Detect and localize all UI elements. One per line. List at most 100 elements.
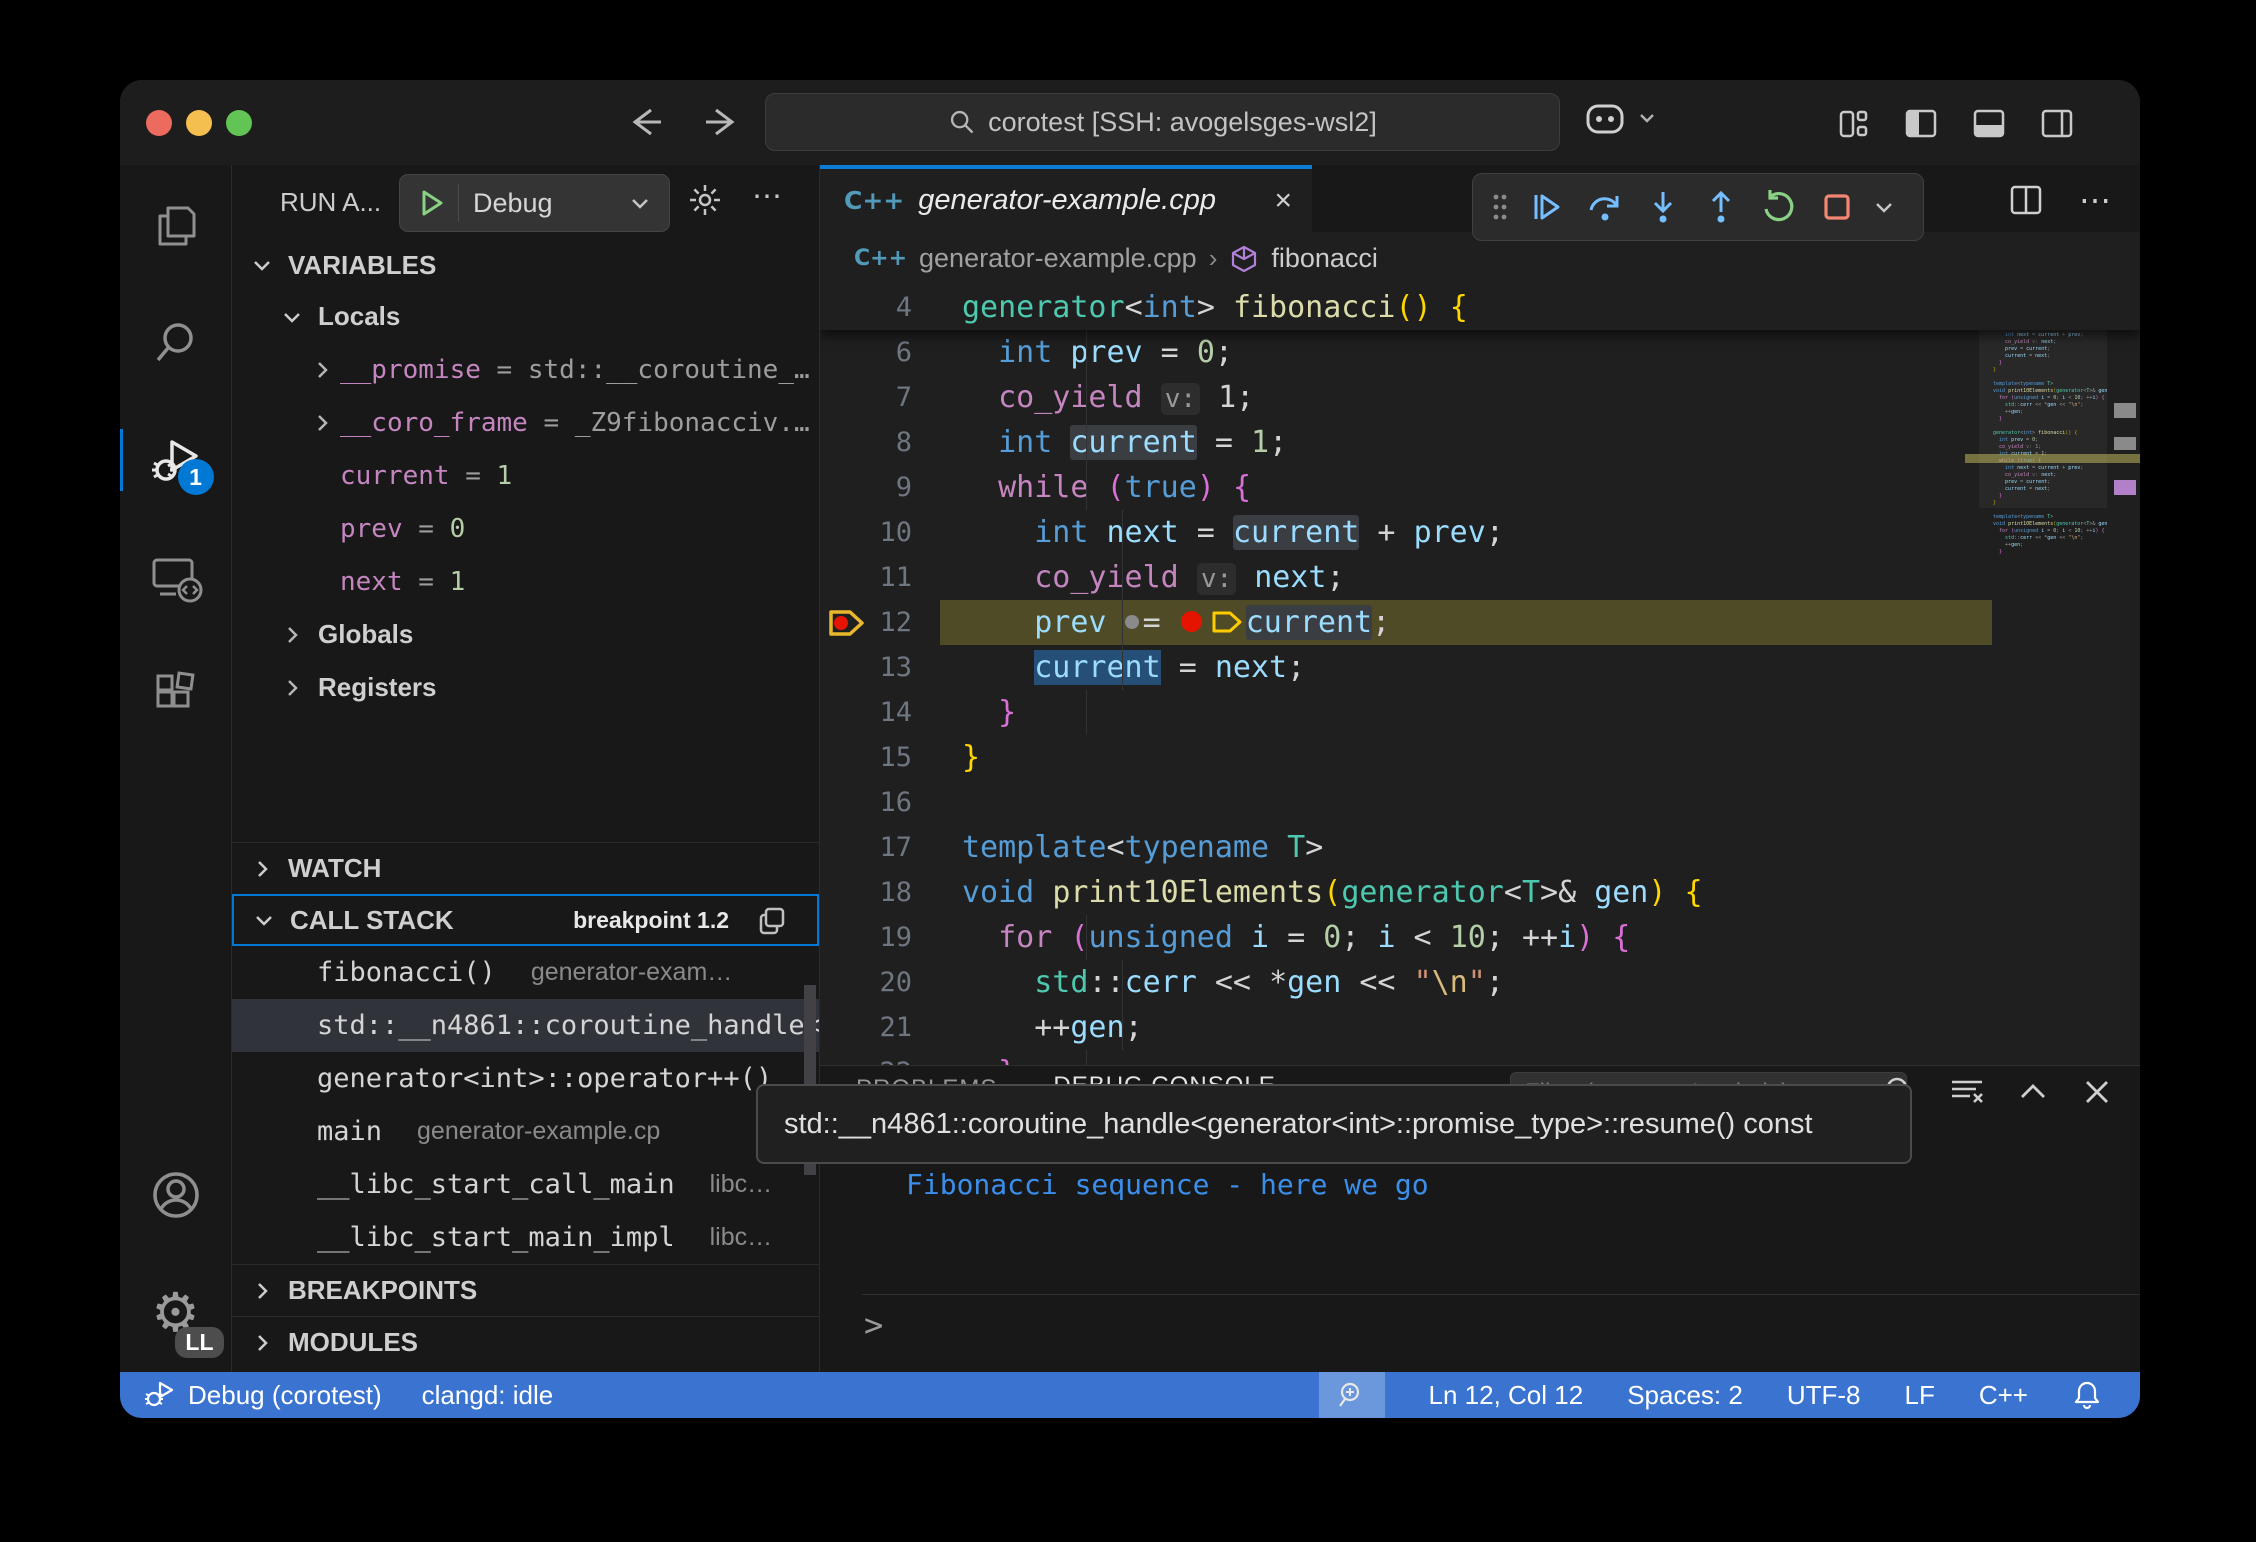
restart-button[interactable] <box>1753 181 1805 233</box>
editor-gutter[interactable]: 4 <box>820 285 940 330</box>
language-mode-item[interactable]: C++ <box>1979 1380 2028 1411</box>
maximize-panel-icon[interactable] <box>2014 1073 2052 1111</box>
breakpoints-section-header[interactable]: BREAKPOINTS <box>232 1264 819 1316</box>
inline-step-target-icon[interactable] <box>1125 615 1139 629</box>
zoom-window-button[interactable] <box>226 110 252 136</box>
screencast-zoom-item[interactable] <box>1319 1372 1385 1418</box>
code-line[interactable]: 9 while (true) { <box>820 465 2140 510</box>
call-stack-frame[interactable]: std::__n4861::coroutine_handle<g <box>232 999 819 1052</box>
code-line[interactable]: 10 int next = current + prev; <box>820 510 2140 555</box>
editor-gutter[interactable]: 17 <box>820 825 940 870</box>
call-stack-frame[interactable]: __libc_start_call_mainlibc… <box>232 1158 819 1211</box>
locals-scope-header[interactable]: Locals <box>232 290 819 343</box>
minimize-window-button[interactable] <box>186 110 212 136</box>
breadcrumb-symbol[interactable]: fibonacci <box>1271 243 1378 274</box>
notifications-bell-item[interactable] <box>2072 1379 2102 1411</box>
sidebar-item-search[interactable] <box>120 283 232 401</box>
editor-gutter[interactable]: 12 <box>820 600 940 645</box>
call-stack-frame[interactable]: __libc_start_main_impllibc… <box>232 1211 819 1264</box>
code-line[interactable]: 6 int prev = 0; <box>820 330 2140 375</box>
copilot-menu[interactable] <box>1582 98 1658 138</box>
toggle-secondary-sidebar-icon[interactable] <box>2038 104 2076 142</box>
editor-gutter[interactable]: 15 <box>820 735 940 780</box>
code-line[interactable]: 20 std::cerr << *gen << "\n"; <box>820 960 2140 1005</box>
continue-button[interactable] <box>1521 181 1573 233</box>
editor-gutter[interactable]: 20 <box>820 960 940 1005</box>
sidebar-more-actions[interactable]: ⋯ <box>752 179 785 214</box>
editor-gutter[interactable]: 16 <box>820 780 940 825</box>
sidebar-item-run-debug[interactable]: 1 <box>120 401 232 519</box>
settings-button[interactable]: ⚙ LL <box>120 1254 232 1372</box>
step-into-button[interactable] <box>1637 181 1689 233</box>
command-center-search[interactable]: corotest [SSH: avogelsges-wsl2] <box>765 93 1560 151</box>
debug-session-chevron[interactable] <box>1869 181 1899 233</box>
scope-globals[interactable]: Globals <box>232 608 819 661</box>
forward-arrow-icon[interactable] <box>698 102 742 142</box>
toggle-panel-icon[interactable] <box>1970 104 2008 142</box>
encoding-item[interactable]: UTF-8 <box>1787 1380 1861 1411</box>
code-line[interactable]: 12 prev = current; <box>820 600 2140 645</box>
editor-gutter[interactable]: 13 <box>820 645 940 690</box>
code-line[interactable]: 14 } <box>820 690 2140 735</box>
code-editor[interactable]: 4generator<int> fibonacci() { 6 int prev… <box>820 285 2140 1065</box>
editor-gutter[interactable]: 8 <box>820 420 940 465</box>
inline-breakpoint-icon[interactable] <box>1181 611 1202 632</box>
code-line[interactable]: 17template<typename T> <box>820 825 2140 870</box>
editor-more-actions[interactable]: ⋯ <box>2079 181 2114 219</box>
toolbar-drag-grip[interactable] <box>1485 181 1515 233</box>
eol-item[interactable]: LF <box>1905 1380 1935 1411</box>
editor-gutter[interactable]: 22 <box>820 1050 940 1065</box>
close-tab-icon[interactable]: × <box>1274 184 1292 218</box>
debug-settings-gear-icon[interactable] <box>684 179 726 221</box>
debug-launch-button[interactable]: Debug <box>399 174 670 232</box>
modules-section-header[interactable]: MODULES <box>232 1316 819 1368</box>
close-window-button[interactable] <box>146 110 172 136</box>
code-line[interactable]: 21 ++gen; <box>820 1005 2140 1050</box>
indentation-item[interactable]: Spaces: 2 <box>1627 1380 1743 1411</box>
step-out-button[interactable] <box>1695 181 1747 233</box>
close-panel-icon[interactable] <box>2078 1073 2116 1111</box>
console-prompt[interactable]: > <box>864 1306 883 1344</box>
code-line[interactable]: 19 for (unsigned i = 0; i < 10; ++i) { <box>820 915 2140 960</box>
editor-gutter[interactable]: 10 <box>820 510 940 555</box>
code-line[interactable]: 8 int current = 1; <box>820 420 2140 465</box>
breadcrumb-file[interactable]: generator-example.cpp <box>919 243 1197 274</box>
stop-button[interactable] <box>1811 181 1863 233</box>
copy-call-stack-icon[interactable] <box>755 904 789 938</box>
variable-row[interactable]: __promise = std::__coroutine_… <box>232 343 819 396</box>
variable-row[interactable]: current = 1 <box>232 449 819 502</box>
editor-gutter[interactable]: 6 <box>820 330 940 375</box>
editor-gutter[interactable]: 19 <box>820 915 940 960</box>
editor-gutter[interactable]: 18 <box>820 870 940 915</box>
split-editor-icon[interactable] <box>2007 181 2045 219</box>
variable-row[interactable]: prev = 0 <box>232 502 819 555</box>
code-line[interactable]: 15} <box>820 735 2140 780</box>
code-line[interactable]: 11 co_yield v: next; <box>820 555 2140 600</box>
code-line[interactable]: 16 <box>820 780 2140 825</box>
code-line[interactable]: 7 co_yield v: 1; <box>820 375 2140 420</box>
customize-layout-icon[interactable] <box>1834 104 1872 142</box>
back-arrow-icon[interactable] <box>625 102 669 142</box>
scope-registers[interactable]: Registers <box>232 661 819 714</box>
code-line[interactable]: 18void print10Elements(generator<T>& gen… <box>820 870 2140 915</box>
toggle-primary-sidebar-icon[interactable] <box>1902 104 1940 142</box>
minimap[interactable]: generator<int> fibonacci() { int prev = … <box>1979 293 2107 593</box>
variable-row[interactable]: next = 1 <box>232 555 819 608</box>
step-over-button[interactable] <box>1579 181 1631 233</box>
code-line[interactable]: 13 current = next; <box>820 645 2140 690</box>
call-stack-frame[interactable]: maingenerator-example.cp <box>232 1105 819 1158</box>
breakpoint-current-line-icon[interactable] <box>826 606 868 640</box>
clangd-status-item[interactable]: clangd: idle <box>422 1380 554 1411</box>
sidebar-item-remote-explorer[interactable] <box>120 519 232 637</box>
watch-section-header[interactable]: WATCH <box>232 842 819 894</box>
variable-row[interactable]: __coro_frame = _Z9fibonacciv.… <box>232 396 819 449</box>
code-line[interactable]: 22 } <box>820 1050 2140 1065</box>
cursor-position-item[interactable]: Ln 12, Col 12 <box>1429 1380 1584 1411</box>
sidebar-item-explorer[interactable] <box>120 165 232 283</box>
clear-console-icon[interactable] <box>1946 1072 1988 1112</box>
call-stack-frame[interactable]: fibonacci()generator-exam… <box>232 946 819 999</box>
editor-gutter[interactable]: 9 <box>820 465 940 510</box>
call-stack-section-header[interactable]: CALL STACK breakpoint 1.2 <box>232 894 819 946</box>
editor-gutter[interactable]: 11 <box>820 555 940 600</box>
editor-gutter[interactable]: 14 <box>820 690 940 735</box>
